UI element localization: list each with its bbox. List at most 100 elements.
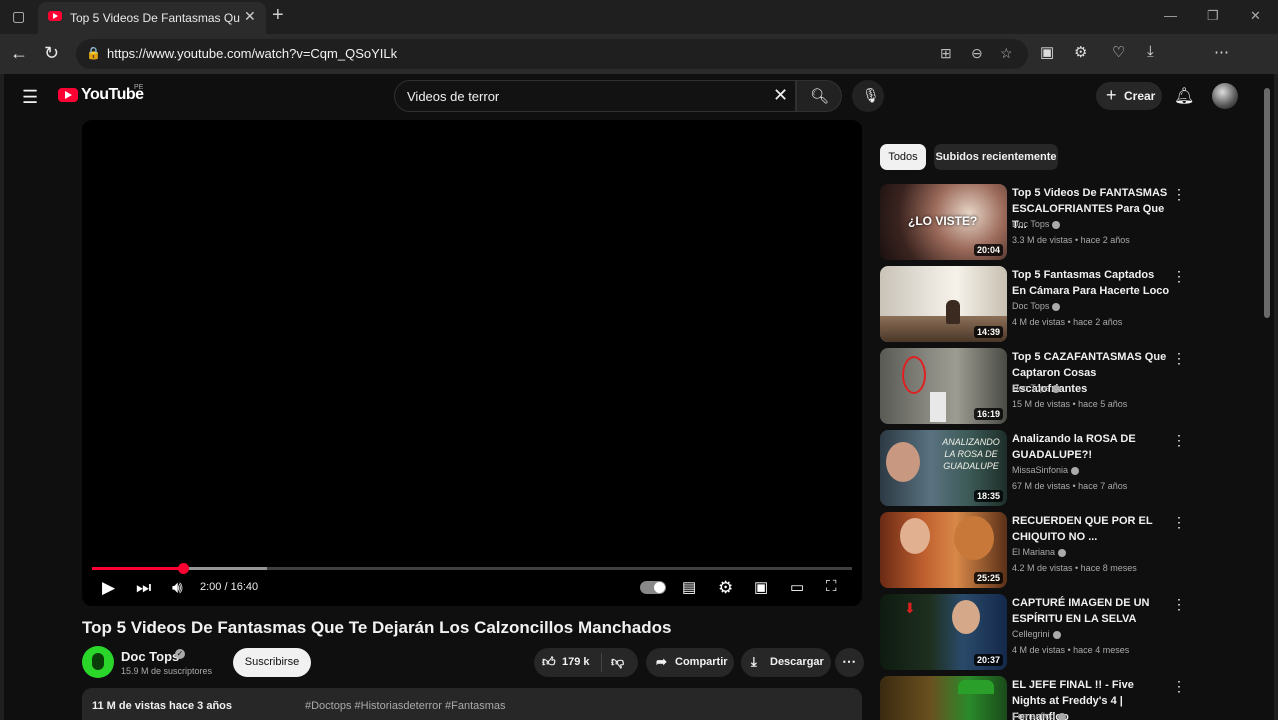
video-title[interactable]: CAPTURÉ IMAGEN DE UN ESPÍRITU EN LA SELV…	[1012, 595, 1170, 627]
back-icon[interactable]: ←	[10, 43, 28, 64]
new-tab-icon[interactable]: +	[272, 4, 284, 27]
settings-gear-icon[interactable]: ⚙	[718, 578, 733, 598]
video-thumbnail[interactable]: 16:19	[880, 348, 1007, 424]
more-vertical-icon[interactable]: ⋮	[1172, 186, 1186, 203]
favorite-star-icon[interactable]: ☆	[1000, 45, 1013, 62]
scrubber-handle[interactable]	[178, 563, 190, 574]
verified-check-icon	[1071, 466, 1080, 475]
clear-search-icon[interactable]: ✕	[773, 85, 788, 106]
video-title[interactable]: RECUERDEN QUE POR EL CHIQUITO NO ...	[1012, 513, 1170, 545]
hashtags[interactable]: #Doctops #Historiasdeterror #Fantasmas	[305, 700, 506, 712]
app-available-icon[interactable]: ⊞	[940, 45, 952, 62]
tab-actions-icon[interactable]: ▢	[12, 8, 25, 25]
verified-check-icon	[1052, 630, 1061, 639]
subscribe-button[interactable]: Suscribirse	[233, 648, 311, 677]
recommended-video[interactable]: EL JEFE FINAL !! - Five Nights at Freddy…	[880, 676, 1190, 720]
progress-bar[interactable]	[92, 563, 852, 574]
divider	[601, 653, 602, 672]
play-icon[interactable]: ▶	[102, 578, 115, 598]
share-label: Compartir	[675, 656, 728, 668]
channel-name[interactable]: Doc Tops	[1012, 301, 1061, 311]
browser-tab[interactable]: Top 5 Videos De Fantasmas Que ✕	[38, 2, 266, 34]
miniplayer-icon[interactable]: ▣	[754, 578, 768, 596]
dislike-icon[interactable]: 👎︎	[611, 654, 624, 670]
more-vertical-icon[interactable]: ⋮	[1172, 678, 1186, 695]
video-thumbnail[interactable]: ANALIZANDO LA ROSA DE GUADALUPE 18:35	[880, 430, 1007, 506]
subtitles-icon[interactable]: ▤	[682, 578, 696, 596]
chip-recent[interactable]: Subidos recientemente	[934, 144, 1058, 170]
download-button[interactable]: ⤓ Descargar	[741, 648, 831, 677]
video-title[interactable]: Analizando la ROSA DE GUADALUPE?!	[1012, 431, 1170, 463]
like-dislike-group: 👍︎ 179 k 👎︎	[534, 648, 638, 677]
more-vertical-icon[interactable]: ⋮	[1172, 432, 1186, 449]
address-bar[interactable]: 🔒 https://www.youtube.com/watch?v=Cqm_QS…	[76, 39, 1028, 69]
hamburger-menu-icon[interactable]: ☰	[22, 87, 38, 108]
channel-avatar[interactable]	[82, 646, 114, 678]
more-actions-button[interactable]: ⋯	[835, 648, 864, 677]
more-vertical-icon[interactable]: ⋮	[1172, 268, 1186, 285]
notifications-bell-icon[interactable]: 🔔︎	[1174, 86, 1194, 106]
video-title[interactable]: Top 5 Fantasmas Captados En Cámara Para …	[1012, 267, 1170, 299]
subscriber-count: 15.9 M de suscriptores	[121, 666, 213, 676]
thumbnail-face	[886, 442, 920, 482]
more-vertical-icon[interactable]: ⋮	[1172, 514, 1186, 531]
recommended-video[interactable]: ⬇ 20:37 CAPTURÉ IMAGEN DE UN ESPÍRITU EN…	[880, 594, 1190, 672]
verified-check-icon	[1052, 302, 1061, 311]
description-box[interactable]: 11 M de vistas hace 3 años #Doctops #His…	[82, 688, 862, 720]
video-thumbnail[interactable]: 14:39	[880, 266, 1007, 342]
recommended-video[interactable]: 25:25 RECUERDEN QUE POR EL CHIQUITO NO .…	[880, 512, 1190, 590]
collections-icon[interactable]: ▣	[1040, 43, 1054, 61]
minimize-icon[interactable]: —	[1164, 8, 1177, 23]
zoom-icon[interactable]: ⊖	[971, 45, 983, 62]
channel-name[interactable]: Doc Tops	[121, 649, 179, 664]
channel-name[interactable]: Fernanfloo	[1012, 711, 1067, 720]
channel-name[interactable]: Doc Tops	[1012, 383, 1061, 393]
restore-icon[interactable]: ❐	[1207, 8, 1219, 24]
like-count[interactable]: 179 k	[562, 656, 590, 668]
extensions-icon[interactable]: ⚙	[1074, 43, 1087, 61]
more-horizontal-icon: ⋯	[842, 653, 856, 669]
page-scrollbar[interactable]	[1264, 88, 1270, 318]
downloads-icon[interactable]: ⤓	[1147, 43, 1154, 60]
channel-name[interactable]: MissaSinfonia	[1012, 465, 1080, 475]
video-thumbnail[interactable]	[880, 676, 1007, 720]
channel-name[interactable]: Doc Tops	[1012, 219, 1061, 229]
window-close-icon[interactable]: ✕	[1250, 8, 1261, 24]
video-thumbnail[interactable]: ⬇ 20:37	[880, 594, 1007, 670]
video-thumbnail[interactable]: 25:25	[880, 512, 1007, 588]
share-button[interactable]: ➦ Compartir	[646, 648, 734, 677]
theater-mode-icon[interactable]: ▭	[790, 578, 804, 596]
tab-title: Top 5 Videos De Fantasmas Que	[70, 11, 240, 25]
recommended-video[interactable]: ¿LO VISTE? 20:04 Top 5 Videos De FANTASM…	[880, 184, 1190, 262]
voice-search-button[interactable]: 🎙︎	[852, 80, 884, 112]
next-icon[interactable]: ⏭︎	[136, 578, 151, 598]
thumbnail-face	[952, 600, 980, 634]
recommended-video[interactable]: 14:39 Top 5 Fantasmas Captados En Cámara…	[880, 266, 1190, 344]
more-vertical-icon[interactable]: ⋮	[1172, 596, 1186, 613]
search-value[interactable]: Videos de terror	[407, 89, 499, 104]
create-button[interactable]: + Crear	[1096, 82, 1162, 110]
video-stats: 4 M de vistas • hace 4 meses	[1012, 645, 1130, 655]
search-input[interactable]: Videos de terror ✕	[394, 80, 796, 112]
reload-icon[interactable]: ↻	[44, 43, 59, 64]
autoplay-toggle[interactable]	[640, 581, 666, 594]
recommended-video[interactable]: ANALIZANDO LA ROSA DE GUADALUPE 18:35 An…	[880, 430, 1190, 508]
settings-more-icon[interactable]: ⋯	[1214, 43, 1229, 61]
channel-name[interactable]: El Mariana	[1012, 547, 1067, 557]
video-thumbnail[interactable]: ¿LO VISTE? 20:04	[880, 184, 1007, 260]
like-icon[interactable]: 👍︎	[542, 654, 556, 670]
browser-essentials-icon[interactable]: ♡	[1112, 43, 1125, 61]
search-button[interactable]: 🔍︎	[796, 80, 842, 112]
url-text[interactable]: https://www.youtube.com/watch?v=Cqm_QSoY…	[107, 46, 397, 61]
fullscreen-icon[interactable]: ⛶	[826, 578, 837, 595]
close-tab-icon[interactable]: ✕	[244, 8, 256, 25]
more-vertical-icon[interactable]: ⋮	[1172, 350, 1186, 367]
recommended-video[interactable]: 16:19 Top 5 CAZAFANTASMAS Que Captaron C…	[880, 348, 1190, 426]
video-player[interactable]: ▶ ⏭︎ 🔊︎ 2:00 / 16:40 ▤ ⚙ ▣ ▭ ⛶	[82, 120, 862, 606]
volume-icon[interactable]: 🔊︎	[172, 578, 183, 598]
account-avatar[interactable]	[1212, 83, 1238, 109]
channel-name[interactable]: Cellegrini	[1012, 629, 1061, 639]
arrow-down-icon: ⬇	[904, 600, 916, 616]
lock-icon[interactable]: 🔒	[86, 46, 101, 60]
chip-all[interactable]: Todos	[880, 144, 926, 170]
